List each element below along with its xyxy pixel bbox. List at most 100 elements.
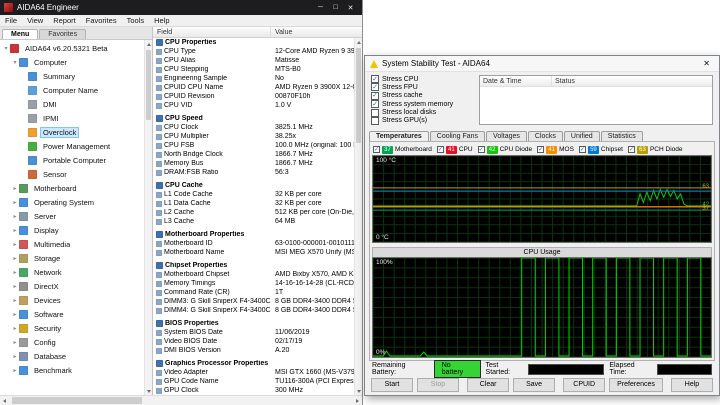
dialog-title-bar[interactable]: System Stability Test - AIDA64 ✕ — [365, 56, 719, 72]
maximize-button[interactable]: □ — [328, 2, 343, 14]
clear-button[interactable]: Clear — [467, 378, 509, 392]
tree-item-storage[interactable]: ▸Storage — [0, 251, 144, 265]
tree-item-computer-name[interactable]: Computer Name — [0, 83, 144, 97]
tab-clocks[interactable]: Clocks — [528, 131, 563, 141]
scroll-up-icon[interactable] — [355, 38, 362, 46]
tree-scrollbar[interactable] — [144, 40, 152, 395]
legend-chipset[interactable]: 59Chipset — [579, 146, 623, 154]
list-row-l1-code-cache[interactable]: L1 Code Cache32 KB per core — [153, 190, 354, 199]
tree-item-database[interactable]: ▸Database — [0, 349, 144, 363]
list-row-l1-data-cache[interactable]: L1 Data Cache32 KB per core — [153, 199, 354, 208]
list-row-dmi-bios-version[interactable]: DMI BIOS VersionA.20 — [153, 346, 354, 355]
tree-item-ipmi[interactable]: IPMI — [0, 111, 144, 125]
checkbox-icon[interactable] — [537, 146, 544, 153]
help-button[interactable]: Help — [671, 378, 713, 392]
horizontal-scrollbar-thumb[interactable] — [12, 397, 142, 404]
stress-option-stress-local-disks[interactable]: Stress local disks — [371, 109, 473, 117]
tree-item-display[interactable]: ▸Display — [0, 223, 144, 237]
tree-item-motherboard[interactable]: ▸Motherboard — [0, 181, 144, 195]
log-column-status[interactable]: Status — [552, 76, 712, 86]
menu-item-file[interactable]: File — [0, 16, 22, 25]
checkbox-icon[interactable] — [478, 146, 485, 153]
horizontal-scrollbar[interactable] — [0, 395, 362, 405]
list-row-motherboard-id[interactable]: Motherboard ID63-0100-000001-00101111-02… — [153, 239, 354, 248]
list-scrollbar-thumb[interactable] — [356, 48, 361, 143]
stress-option-stress-cache[interactable]: Stress cache — [371, 92, 473, 100]
list-row-cpuid-revision[interactable]: CPUID Revision00870F10h — [153, 92, 354, 101]
tab-cooling-fans[interactable]: Cooling Fans — [430, 131, 485, 141]
preferences-button[interactable]: Preferences — [609, 378, 663, 392]
tab-unified[interactable]: Unified — [564, 131, 600, 141]
checkbox-icon[interactable] — [371, 92, 379, 100]
legend-cpu[interactable]: 41CPU — [437, 146, 473, 154]
column-header-value[interactable]: Value — [271, 27, 362, 37]
list-row-cpu-clock[interactable]: CPU Clock3825.1 MHz — [153, 123, 354, 132]
list-row-gpu-code-name[interactable]: GPU Code NameTU116-300A (PCI Express 3.0… — [153, 377, 354, 386]
scroll-up-icon[interactable] — [145, 40, 152, 48]
scroll-down-icon[interactable] — [355, 387, 362, 395]
page-tab-menu[interactable]: Menu — [2, 29, 38, 39]
list-row-motherboard-name[interactable]: Motherboard NameMSI MEG X570 Unify (MS-7… — [153, 248, 354, 257]
tree-item-sensor[interactable]: Sensor — [0, 167, 144, 181]
menu-item-tools[interactable]: Tools — [122, 16, 150, 25]
scroll-down-icon[interactable] — [145, 387, 152, 395]
legend-motherboard[interactable]: 37Motherboard — [373, 146, 432, 154]
tree-item-operating-system[interactable]: ▸Operating System — [0, 195, 144, 209]
scroll-left-icon[interactable] — [0, 396, 9, 405]
tree-item-multimedia[interactable]: ▸Multimedia — [0, 237, 144, 251]
menu-item-help[interactable]: Help — [149, 16, 174, 25]
checkbox-icon[interactable] — [371, 100, 379, 108]
tree-item-summary[interactable]: Summary — [0, 69, 144, 83]
log-column-datetime[interactable]: Date & Time — [480, 76, 552, 86]
stress-option-stress-cpu[interactable]: Stress CPU — [371, 75, 473, 83]
menu-item-view[interactable]: View — [22, 16, 48, 25]
list-row-system-bios-date[interactable]: System BIOS Date11/06/2019 — [153, 328, 354, 337]
tree-item-aida64-v6-20-5321-beta[interactable]: ▾AIDA64 v6.20.5321 Beta — [0, 41, 144, 55]
list-row-memory-bus[interactable]: Memory Bus1866.7 MHz — [153, 159, 354, 168]
title-bar[interactable]: AIDA64 Engineer ─□✕ — [0, 0, 362, 15]
stress-option-stress-system-memory[interactable]: Stress system memory — [371, 100, 473, 108]
save-button[interactable]: Save — [513, 378, 555, 392]
list-row-engineering-sample[interactable]: Engineering SampleNo — [153, 74, 354, 83]
menu-item-favorites[interactable]: Favorites — [81, 16, 122, 25]
checkbox-icon[interactable] — [579, 146, 586, 153]
tree-item-devices[interactable]: ▸Devices — [0, 293, 144, 307]
checkbox-icon[interactable] — [437, 146, 444, 153]
checkbox-icon[interactable] — [371, 117, 379, 125]
tree-item-directx[interactable]: ▸DirectX — [0, 279, 144, 293]
list-row-cpu-stepping[interactable]: CPU SteppingMTS-B0 — [153, 65, 354, 74]
list-row-north-bridge-clock[interactable]: North Bridge Clock1866.7 MHz — [153, 150, 354, 159]
list-row-cpuid-cpu-name[interactable]: CPUID CPU NameAMD Ryzen 9 3900X 12-Core … — [153, 83, 354, 92]
list-row-cpu-multiplier[interactable]: CPU Multiplier38.25x — [153, 132, 354, 141]
menu-item-report[interactable]: Report — [48, 16, 81, 25]
list-row-l2-cache[interactable]: L2 Cache512 KB per core (On-Die, ECC, Fu… — [153, 208, 354, 217]
tree-item-software[interactable]: ▸Software — [0, 307, 144, 321]
legend-mos[interactable]: 41MOS — [537, 146, 574, 154]
list-scrollbar[interactable] — [354, 38, 362, 395]
tree-scrollbar-thumb[interactable] — [146, 50, 151, 120]
checkbox-icon[interactable] — [371, 75, 379, 83]
tree-item-overclock[interactable]: Overclock — [0, 125, 144, 139]
list-row-video-adapter[interactable]: Video AdapterMSI GTX 1660 (MS-V379) — [153, 368, 354, 377]
tab-voltages[interactable]: Voltages — [486, 131, 527, 141]
list-row-cpu-fsb[interactable]: CPU FSB100.0 MHz (original: 100 MHz) — [153, 141, 354, 150]
legend-pch-diode[interactable]: 63PCH Diode — [628, 146, 683, 154]
tree-item-portable-computer[interactable]: Portable Computer — [0, 153, 144, 167]
page-tab-favorites[interactable]: Favorites — [39, 29, 86, 39]
checkbox-icon[interactable] — [371, 109, 379, 117]
list-row-l3-cache[interactable]: L3 Cache64 MB — [153, 217, 354, 226]
list-row-motherboard-chipset[interactable]: Motherboard ChipsetAMD Bixby X570, AMD K… — [153, 270, 354, 279]
list-row-command-rate-cr[interactable]: Command Rate (CR)1T — [153, 288, 354, 297]
start-button[interactable]: Start — [371, 378, 413, 392]
legend-cpu-diode[interactable]: 42CPU Diode — [478, 146, 533, 154]
close-icon[interactable]: ✕ — [699, 59, 714, 68]
tree-item-dmi[interactable]: DMI — [0, 97, 144, 111]
checkbox-icon[interactable] — [373, 146, 380, 153]
list-row-dimm4-g-skill-sniperx-f4-3400c16-8gsxw[interactable]: DIMM4: G Skill SniperX F4-3400C16-8GSXW8… — [153, 306, 354, 315]
tree-item-network[interactable]: ▸Network — [0, 265, 144, 279]
tree-item-benchmark[interactable]: ▸Benchmark — [0, 363, 144, 377]
list-row-memory-timings[interactable]: Memory Timings14-16-16-14-28 (CL-RCD-RP-… — [153, 279, 354, 288]
tree-item-power-management[interactable]: Power Management — [0, 139, 144, 153]
tree-item-server[interactable]: ▸Server — [0, 209, 144, 223]
list-row-gpu-clock[interactable]: GPU Clock300 MHz — [153, 386, 354, 395]
